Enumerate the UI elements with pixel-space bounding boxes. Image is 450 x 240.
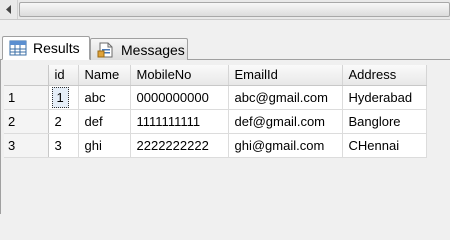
column-header-emailid[interactable]: EmailId [228,65,343,86]
header-row: id Name MobileNo EmailId Address [4,65,427,86]
cell-name[interactable]: def [78,109,131,134]
scroll-left-button[interactable] [0,0,18,19]
cell-address[interactable]: CHennai [342,133,427,158]
left-arrow-icon [5,5,11,14]
tab-messages[interactable]: Messages [90,38,188,60]
cell-mobileno[interactable]: 1111111111 [130,109,229,134]
cell-id[interactable]: 1 [48,85,79,110]
tab-messages-label: Messages [121,41,185,58]
column-header-mobileno[interactable]: MobileNo [130,65,229,86]
results-grid[interactable]: id Name MobileNo EmailId Address 1 1 abc… [0,60,450,214]
grid-icon [9,40,27,56]
cell-address[interactable]: Banglore [342,109,427,134]
table-row: 2 2 def 1111111111 def@gmail.com Banglor… [4,109,427,134]
cell-id-value: 1 [51,86,69,108]
table-row: 3 3 ghi 2222222222 ghi@gmail.com CHennai [4,133,427,158]
column-header-address[interactable]: Address [342,65,427,86]
result-tabs: Results Messages [0,20,450,60]
cell-address[interactable]: Hyderabad [342,85,427,110]
cell-emailid[interactable]: abc@gmail.com [228,85,343,110]
tab-results[interactable]: Results [2,36,90,60]
cell-id[interactable]: 3 [48,133,79,158]
cell-name[interactable]: abc [78,85,131,110]
cell-id[interactable]: 2 [48,109,79,134]
cell-emailid[interactable]: def@gmail.com [228,109,343,134]
tab-results-label: Results [33,40,80,56]
row-header[interactable]: 3 [4,133,49,158]
cell-mobileno[interactable]: 2222222222 [130,133,229,158]
cell-mobileno[interactable]: 0000000000 [130,85,229,110]
column-header-name[interactable]: Name [78,65,131,86]
row-header[interactable]: 2 [4,109,49,134]
column-header-id[interactable]: id [48,65,79,86]
document-icon [97,42,115,58]
scrollbar-thumb[interactable] [19,2,450,17]
cell-emailid[interactable]: ghi@gmail.com [228,133,343,158]
corner-header[interactable] [4,65,49,86]
row-header[interactable]: 1 [4,85,49,110]
results-table: id Name MobileNo EmailId Address 1 1 abc… [4,65,427,158]
table-row: 1 1 abc 0000000000 abc@gmail.com Hyderab… [4,85,427,110]
cell-name[interactable]: ghi [78,133,131,158]
horizontal-scrollbar[interactable] [0,0,450,20]
